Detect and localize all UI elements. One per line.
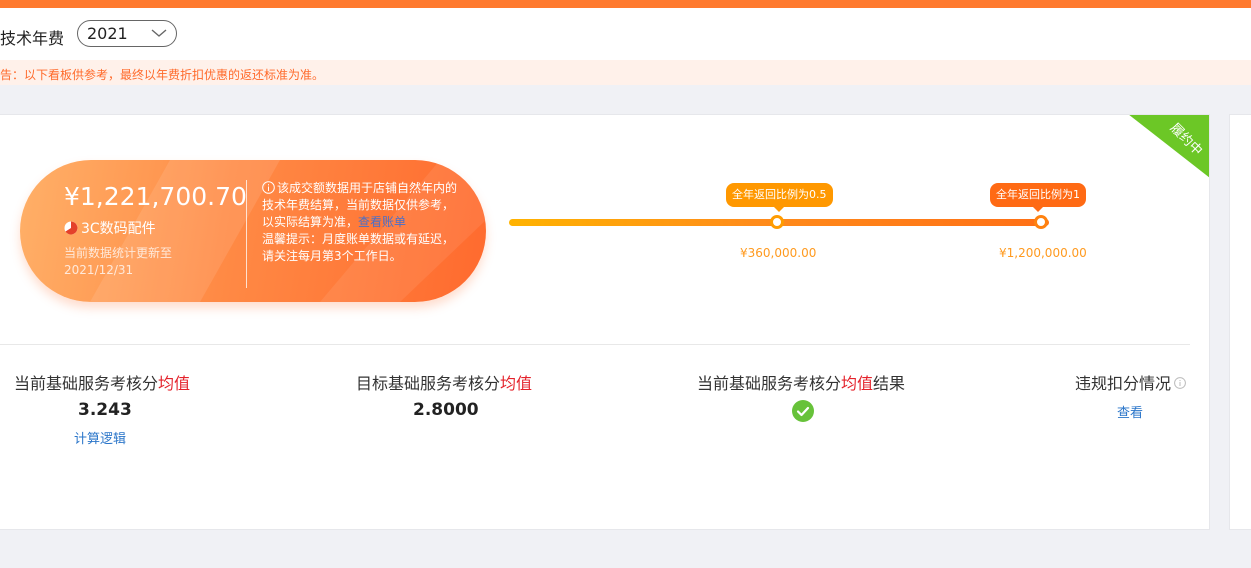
header-bar: 技术年费 2021	[0, 8, 1251, 60]
milestone-node	[770, 215, 784, 229]
notice-text: 告：以下看板供参考，最终以年费折扣优惠的返还标准为准。	[0, 68, 325, 82]
fee-card: 履约中 ¥1,221,700.70 3C数码配件 当前数据统计更新至 2021/…	[0, 114, 1210, 530]
check-icon	[792, 400, 814, 422]
stat-label-highlight: 均值	[158, 374, 191, 393]
current-score-stat: 当前基础服务考核分均值 3.243 计算逻辑	[14, 370, 190, 447]
view-bill-link[interactable]: 查看账单	[358, 215, 406, 229]
info-icon[interactable]	[1174, 377, 1186, 389]
page-title: 技术年费	[0, 29, 65, 48]
update-info: 当前数据统计更新至 2021/12/31	[64, 245, 172, 279]
pie-chart-icon	[64, 221, 78, 235]
stat-label-text: 当前基础服务考核分	[697, 374, 842, 393]
stat-label-text: 违规扣分情况	[1075, 374, 1172, 393]
target-score-stat: 目标基础服务考核分均值 2.8000	[356, 370, 532, 420]
category-tag: 3C数码配件	[64, 218, 156, 237]
stat-label: 当前基础服务考核分均值	[14, 370, 190, 394]
stat-label-text: 当前基础服务考核分	[14, 374, 159, 393]
score-result-stat: 当前基础服务考核分均值结果	[697, 370, 905, 422]
info-icon	[262, 181, 275, 194]
stat-value: 3.243	[78, 400, 132, 420]
update-label: 当前数据统计更新至	[64, 246, 173, 260]
year-select-value: 2021	[87, 24, 128, 43]
category-label: 3C数码配件	[81, 221, 156, 237]
milestone-label: 全年返回比例为0.5	[726, 183, 833, 212]
calc-logic-link[interactable]: 计算逻辑	[74, 428, 126, 447]
stat-label-highlight: 均值	[841, 374, 874, 393]
stat-value: 2.8000	[413, 400, 479, 420]
milestone-amount: ¥1,200,000.00	[999, 246, 1087, 260]
notice-bar: 告：以下看板供参考，最终以年费折扣优惠的返还标准为准。	[0, 60, 1251, 85]
violation-stat: 违规扣分情况 查看	[1075, 370, 1186, 421]
milestone-node	[1034, 215, 1048, 229]
stat-label-highlight: 均值	[500, 374, 533, 393]
total-amount: ¥1,221,700.70	[64, 182, 247, 211]
stat-label: 当前基础服务考核分均值结果	[697, 370, 905, 394]
stat-label: 违规扣分情况	[1075, 370, 1186, 394]
milestone-amount: ¥360,000.00	[740, 246, 817, 260]
year-select[interactable]: 2021	[77, 20, 177, 47]
tip-text: 温馨提示：月度账单数据或有延迟，请关注每月第3个工作日。	[262, 232, 455, 263]
stat-label-suffix: 结果	[873, 374, 906, 393]
status-ribbon: 履约中	[1129, 115, 1209, 178]
milestone-label: 全年返回比例为1	[990, 183, 1086, 212]
summary-description: 该成交额数据用于店铺自然年内的技术年费结算，当前数据仅供参考，以实际结算为准，查…	[262, 180, 462, 265]
amount-summary: ¥1,221,700.70 3C数码配件 当前数据统计更新至 2021/12/3…	[20, 160, 486, 302]
top-accent-bar	[0, 0, 1251, 8]
side-panel	[1229, 114, 1251, 530]
section-divider	[0, 344, 1190, 345]
summary-divider	[246, 180, 247, 288]
update-date: 2021/12/31	[64, 263, 134, 277]
stat-label: 目标基础服务考核分均值	[356, 370, 532, 394]
view-violation-link[interactable]: 查看	[1117, 402, 1143, 421]
chevron-down-icon	[151, 29, 167, 37]
stat-label-text: 目标基础服务考核分	[356, 374, 501, 393]
